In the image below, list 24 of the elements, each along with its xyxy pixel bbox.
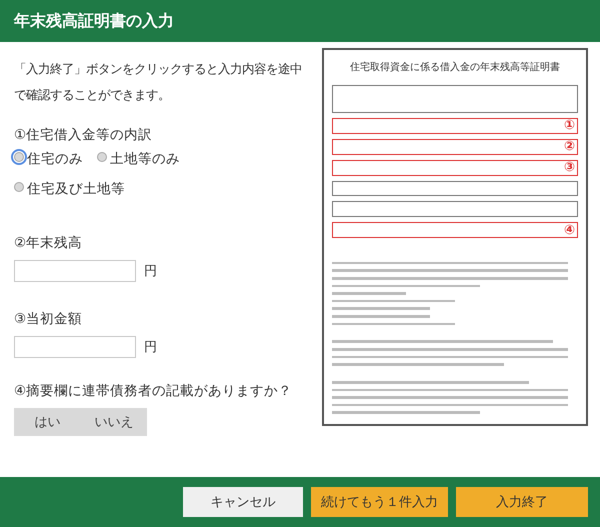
radio-option[interactable]: 住宅のみ — [14, 150, 83, 168]
radio-button[interactable] — [97, 152, 107, 162]
radio-button[interactable] — [14, 182, 24, 192]
instruction-text: 「入力終了」ボタンをクリックすると入力内容を途中で確認することができます。 — [14, 60, 303, 104]
footer-button[interactable]: キャンセル — [183, 487, 303, 517]
unit-label: 円 — [144, 339, 157, 356]
unit-label: 円 — [144, 263, 157, 280]
field-label: ③当初金額 — [14, 310, 84, 328]
marker-label: ① — [564, 119, 575, 132]
radio-option[interactable]: 住宅及び土地等 — [14, 180, 125, 198]
radio-option[interactable]: 土地等のみ — [97, 150, 180, 168]
radio-button[interactable] — [14, 152, 24, 162]
footer-button[interactable]: 続けてもう１件入力 — [311, 487, 448, 517]
field-label: ②年末残高 — [14, 234, 84, 252]
marker-label: ② — [564, 140, 575, 154]
page-title: 年末残高証明書の入力 — [14, 10, 174, 32]
marker-label: ③ — [564, 161, 575, 174]
field-label: ①住宅借入金等の内訳 — [14, 126, 154, 144]
document-title: 住宅取得資金に係る借入金の年末残高等証明書 — [349, 60, 561, 74]
footer-button[interactable]: 入力終了 — [456, 487, 588, 517]
marker-label: ④ — [564, 224, 575, 237]
amount-field[interactable] — [14, 336, 136, 358]
amount-field[interactable] — [14, 260, 136, 282]
field-label: ④摘要欄に連帯債務者の記載がありますか？ — [14, 382, 294, 400]
